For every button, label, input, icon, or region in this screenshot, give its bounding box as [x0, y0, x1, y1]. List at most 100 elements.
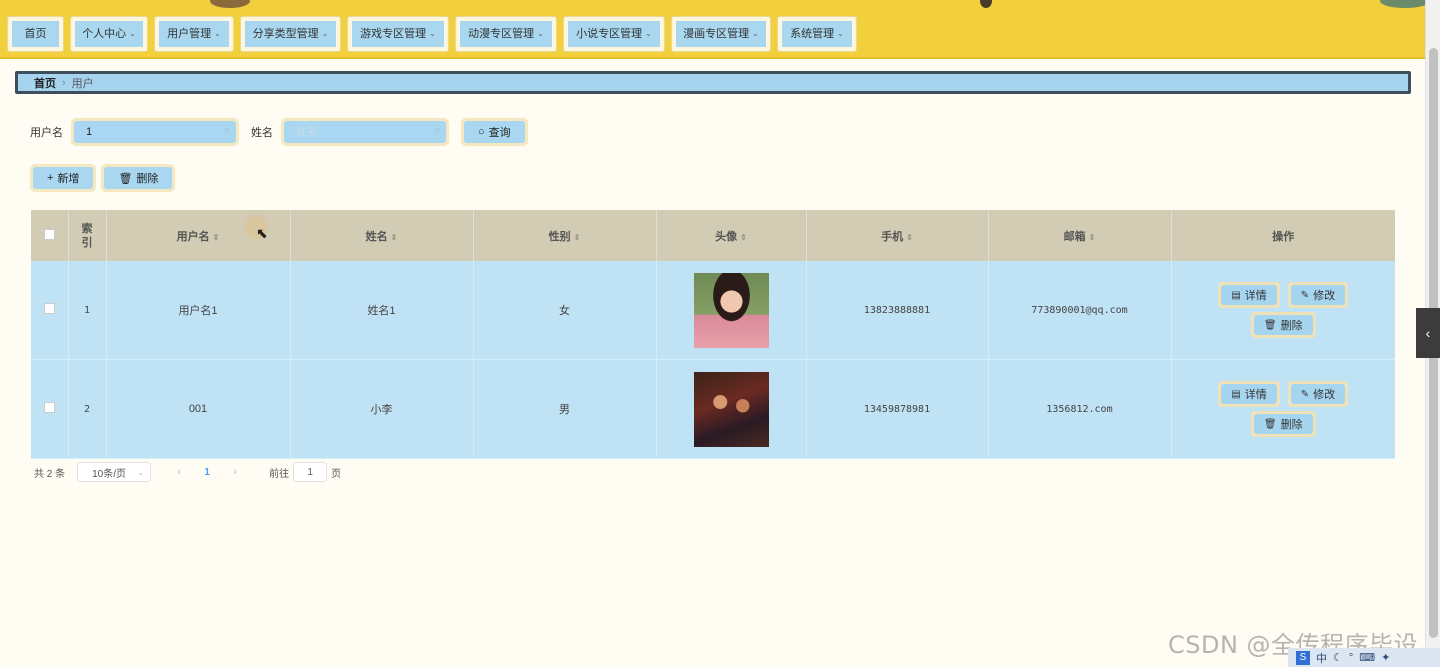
nav-item[interactable]: 分享类型管理 ⌄ [240, 16, 341, 52]
row-select-cell [31, 359, 69, 459]
column-header-label: 姓名 [365, 230, 388, 243]
page-size-select[interactable]: 10条/页 ⌄ [77, 462, 152, 482]
settings-icon[interactable]: ✦ [1381, 651, 1390, 664]
username-cell: 用户名1 [106, 261, 291, 360]
detail-button-label: 详情 [1244, 290, 1267, 302]
detail-button[interactable]: ▤ 详情 [1218, 381, 1280, 407]
trash-icon: 🗑 [1263, 418, 1277, 430]
row-checkbox[interactable] [43, 303, 55, 314]
moon-icon[interactable]: ☾ [1333, 651, 1343, 664]
username-label: 用户名 [30, 127, 63, 139]
trash-icon: 🗑 [118, 172, 133, 185]
row-checkbox[interactable] [43, 402, 55, 413]
nav-item-label: 系统管理 [790, 28, 835, 40]
delete-button-label: 删除 [136, 173, 159, 185]
chevron-down-icon: ⌄ [429, 29, 436, 38]
index-cell: 1 [68, 261, 107, 360]
nav-item[interactable]: 小说专区管理 ⌄ [563, 16, 665, 52]
column-header-label: 头像 [715, 230, 738, 243]
goto-page-input[interactable]: 1 [293, 462, 328, 482]
detail-button[interactable]: ▤ 详情 [1218, 282, 1280, 308]
breadcrumb: 首页 › 用户 [15, 71, 1411, 94]
sort-icon[interactable]: ⇕ [391, 233, 398, 242]
batch-delete-button[interactable]: 🗑 删除 [101, 164, 176, 192]
nav-item-label: 漫画专区管理 [683, 28, 750, 40]
delete-button[interactable]: 🗑 删除 [1250, 312, 1316, 338]
prev-page-button[interactable]: ‹ [165, 466, 193, 478]
index-cell: 2 [68, 359, 107, 459]
column-header-phone[interactable]: 手机 ⇕ [806, 210, 989, 261]
ime-mode[interactable]: 中 [1316, 650, 1327, 666]
next-page-button[interactable]: › [221, 466, 249, 478]
avatar-cell [656, 359, 807, 459]
chevron-down-icon: ⌄ [321, 29, 329, 38]
pencil-icon: ✎ [1300, 289, 1310, 301]
email-cell: 773890001@qq.com [988, 261, 1172, 360]
nav-item-label: 分享类型管理 [252, 28, 319, 40]
nav-item[interactable]: 个人中心 ⌄ [70, 16, 148, 52]
sort-icon[interactable]: ⇕ [213, 233, 220, 242]
trash-icon: 🗑 [1263, 319, 1277, 331]
nav-item[interactable]: 游戏专区管理 ⌄ [347, 16, 449, 52]
sort-icon[interactable]: ⇕ [740, 233, 747, 242]
dot-icon[interactable]: ° [1349, 652, 1353, 664]
table-body: 1 用户名1 姓名1 女 13823888881 773890001@qq.co… [31, 261, 1395, 459]
keyboard-icon[interactable]: ⌨ [1359, 651, 1375, 664]
query-button[interactable]: ○ 查询 [461, 118, 528, 146]
column-header-label: 性别 [548, 230, 571, 243]
nav-item[interactable]: 系统管理 ⌄ [777, 16, 857, 52]
column-header-label: 操作 [1272, 230, 1295, 243]
add-button[interactable]: + 新增 [30, 164, 97, 192]
column-header-email[interactable]: 邮箱 ⇕ [988, 210, 1172, 261]
nav-item[interactable]: 漫画专区管理 ⌄ [671, 16, 771, 52]
name-cell: 姓名1 [290, 261, 474, 360]
pagination: 共 2 条 10条/页 ⌄ ‹ 1 › 前往 1 页 [34, 462, 341, 482]
nav-item[interactable]: 用户管理 ⌄ [154, 16, 234, 52]
column-header-gender[interactable]: 性别 ⇕ [473, 210, 657, 261]
gender-cell: 男 [473, 359, 657, 459]
goto-label: 前往 [269, 468, 290, 480]
nav-item[interactable]: 首页 [7, 16, 64, 52]
sort-icon[interactable]: ⇕ [1089, 233, 1096, 242]
input-method-icon[interactable]: S [1296, 650, 1310, 665]
document-icon: ▤ [1231, 289, 1241, 301]
breadcrumb-home[interactable]: 首页 [34, 75, 56, 91]
table-row: 2 001 小李 男 13459878981 1356812.com ▤ 详情 ✎… [31, 359, 1395, 459]
column-header-name[interactable]: 姓名 ⇕ [290, 210, 474, 261]
chevron-down-icon: ⌄ [214, 29, 221, 38]
username-field: ○ [71, 118, 239, 146]
chevron-down-icon: ⌄ [752, 29, 759, 38]
select-all-checkbox[interactable] [43, 228, 55, 240]
name-cell: 小李 [290, 359, 474, 459]
gender-cell: 女 [473, 261, 657, 360]
avatar [693, 371, 769, 447]
nav-item[interactable]: 动漫专区管理 ⌄ [455, 16, 557, 52]
sort-icon[interactable]: ⇕ [906, 233, 913, 242]
name-input[interactable] [284, 121, 446, 143]
column-header-avatar[interactable]: 头像 ⇕ [656, 210, 807, 261]
avatar [693, 272, 769, 348]
phone-cell: 13459878981 [806, 359, 989, 459]
edit-button[interactable]: ✎ 修改 [1287, 381, 1349, 407]
pencil-icon: ✎ [1300, 388, 1310, 400]
chevron-left-icon[interactable]: ‹ [1416, 308, 1440, 358]
row-select-cell [31, 261, 69, 360]
page-size-value: 10条/页 [92, 468, 127, 480]
name-label: 姓名 [251, 127, 273, 139]
chevron-down-icon: ⌄ [645, 29, 652, 38]
page-number-current[interactable]: 1 [193, 467, 221, 478]
search-icon: ○ [433, 125, 440, 136]
nav-item-label: 小说专区管理 [576, 28, 643, 40]
delete-button-label: 删除 [1280, 419, 1303, 431]
breadcrumb-current: 用户 [71, 77, 94, 90]
username-input[interactable] [74, 121, 236, 143]
nav-item-label: 用户管理 [167, 28, 212, 40]
total-count: 共 2 条 [34, 468, 66, 480]
ops-cell: ▤ 详情 ✎ 修改 🗑 删除 [1171, 359, 1395, 459]
top-navbar: 首页 个人中心 ⌄ 用户管理 ⌄ 分享类型管理 ⌄ 游戏专区管理 ⌄ 动漫专区管理 ⌄ 小说专区管理 ⌄… [0, 0, 1426, 59]
edit-button[interactable]: ✎ 修改 [1287, 282, 1349, 308]
banner-decoration [1380, 0, 1426, 8]
sort-icon[interactable]: ⇕ [574, 233, 581, 242]
edit-button-label: 修改 [1313, 290, 1336, 302]
delete-button[interactable]: 🗑 删除 [1250, 411, 1316, 437]
